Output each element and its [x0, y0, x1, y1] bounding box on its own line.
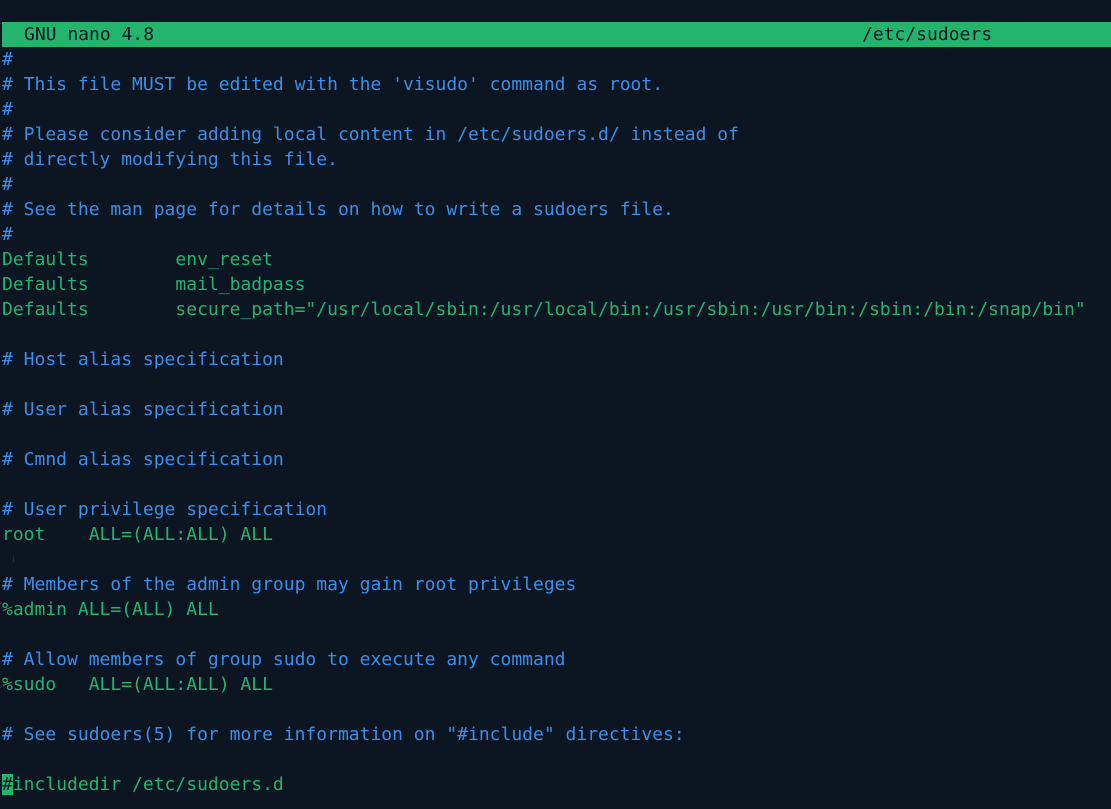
blank-line[interactable]	[2, 697, 1111, 722]
text-line[interactable]: # directly modifying this file.	[2, 147, 1111, 172]
app-version-label: GNU nano 4.8	[24, 24, 155, 45]
text-cursor[interactable]: #	[2, 774, 13, 795]
text-line[interactable]: # See sudoers(5) for more information on…	[2, 722, 1111, 747]
blank-line[interactable]	[2, 747, 1111, 772]
text-line[interactable]: # Allow members of group sudo to execute…	[2, 647, 1111, 672]
blank-line[interactable]	[2, 622, 1111, 647]
blank-line[interactable]	[2, 422, 1111, 447]
text-line[interactable]: # Please consider adding local content i…	[2, 122, 1111, 147]
text-line[interactable]: # Cmnd alias specification	[2, 447, 1111, 472]
text-line[interactable]: %admin ALL=(ALL) ALL	[2, 597, 1111, 622]
text-line[interactable]: #	[2, 97, 1111, 122]
text-line[interactable]: #	[2, 172, 1111, 197]
cursor-line-text: includedir /etc/sudoers.d	[12, 774, 284, 795]
text-line[interactable]: #	[2, 222, 1111, 247]
text-line[interactable]: Defaults mail_badpass	[2, 272, 1111, 297]
text-line[interactable]: %sudo ALL=(ALL:ALL) ALL	[2, 672, 1111, 697]
text-line[interactable]: Defaults env_reset	[2, 247, 1111, 272]
render-artifact	[13, 556, 14, 562]
blank-line[interactable]	[2, 472, 1111, 497]
text-line[interactable]: # User alias specification	[2, 397, 1111, 422]
text-line[interactable]: # Members of the admin group may gain ro…	[2, 572, 1111, 597]
text-line[interactable]: Defaults secure_path="/usr/local/sbin:/u…	[2, 297, 1111, 322]
text-line[interactable]: # User privilege specification	[2, 497, 1111, 522]
editor-buffer[interactable]: # # This file MUST be edited with the 'v…	[2, 47, 1111, 797]
file-path-label: /etc/sudoers	[862, 24, 993, 45]
text-line[interactable]: # See the man page for details on how to…	[2, 197, 1111, 222]
cursor-line[interactable]: #includedir /etc/sudoers.d	[2, 772, 1111, 797]
text-line[interactable]: #	[2, 47, 1111, 72]
blank-line[interactable]	[2, 547, 1111, 572]
blank-line[interactable]	[2, 372, 1111, 397]
blank-line[interactable]	[2, 322, 1111, 347]
text-line[interactable]: # This file MUST be edited with the 'vis…	[2, 72, 1111, 97]
text-line[interactable]: # Host alias specification	[2, 347, 1111, 372]
text-line[interactable]: root ALL=(ALL:ALL) ALL	[2, 522, 1111, 547]
nano-terminal-window[interactable]: GNU nano 4.8 /etc/sudoers # # This file …	[0, 0, 1111, 809]
nano-title-bar: GNU nano 4.8 /etc/sudoers	[2, 22, 1111, 47]
